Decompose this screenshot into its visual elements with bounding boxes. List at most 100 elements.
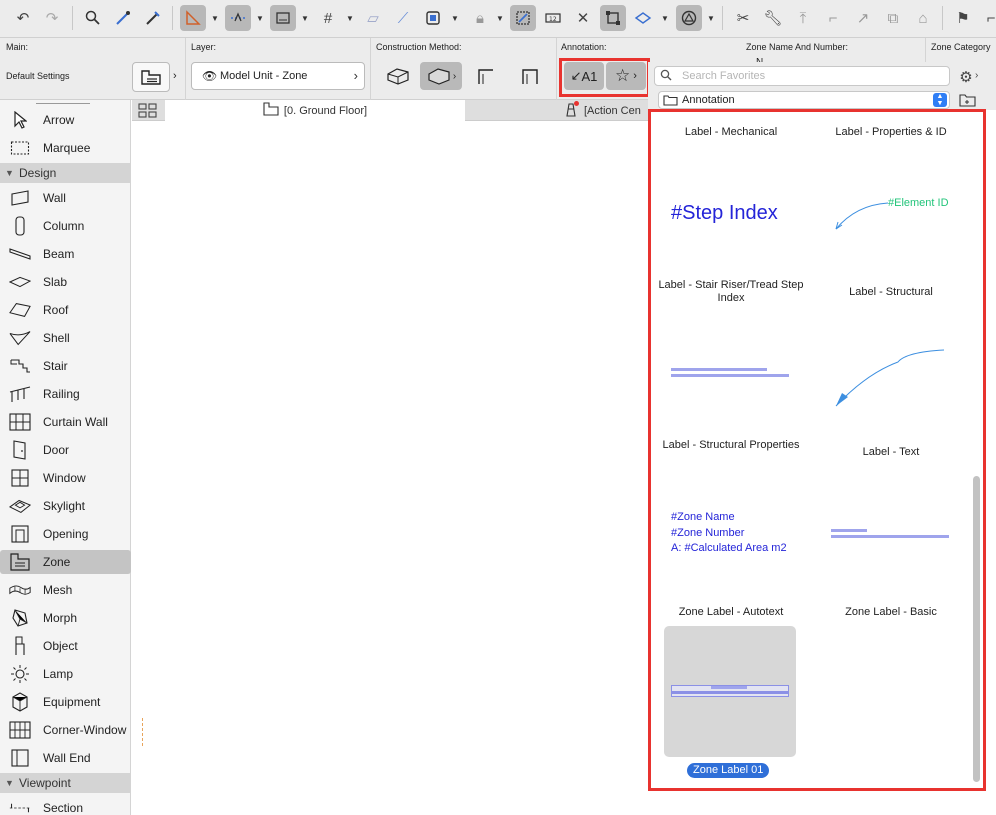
undo-icon[interactable]: ↶	[10, 5, 36, 31]
favorite-preview-step-index[interactable]: #Step Index	[671, 202, 778, 225]
group-design[interactable]: ▼ Design	[0, 163, 131, 183]
chevron-down-icon[interactable]: ▼	[299, 5, 311, 31]
chevron-right-icon[interactable]: ›	[975, 70, 978, 81]
eyedropper-icon[interactable]	[110, 5, 136, 31]
chevron-down-icon[interactable]: ▼	[659, 5, 671, 31]
resize-icon[interactable]: ⧉	[880, 5, 906, 31]
measure-icon[interactable]: 12	[540, 5, 566, 31]
chevron-down-icon[interactable]: ▼	[209, 5, 221, 31]
floor-plan-icon	[263, 102, 279, 119]
roof-tool-icon[interactable]: ⌂	[910, 5, 936, 31]
tool-skylight[interactable]: Skylight	[0, 494, 131, 518]
tool-roof[interactable]: Roof	[0, 298, 131, 322]
polygonal-zone-icon[interactable]	[380, 62, 416, 90]
favorites-folder-select[interactable]: Annotation ▲ ▼	[658, 91, 950, 109]
search-favorites-input[interactable]: Search Favorites	[654, 66, 950, 86]
tool-label: Mesh	[43, 583, 73, 597]
favorite-item-label[interactable]: Label - Structural	[816, 286, 966, 299]
partial-icon[interactable]: ⌐	[978, 5, 996, 31]
main-settings-value[interactable]: Default Settings	[6, 71, 70, 81]
flag-icon[interactable]: ⚑	[950, 5, 976, 31]
gravity-icon[interactable]: ⟋	[390, 5, 416, 31]
tool-section[interactable]: Section	[0, 796, 131, 815]
favorite-preview-structural[interactable]: #Element ID	[826, 187, 956, 237]
favorite-item-label[interactable]: Zone Label - Basic	[816, 606, 966, 619]
lock-icon[interactable]: 🔒︎	[467, 5, 493, 31]
tab-action-center[interactable]: [Action Cen	[564, 100, 648, 121]
tool-mesh[interactable]: Mesh	[0, 578, 131, 602]
tool-arrow[interactable]: Arrow	[0, 108, 131, 132]
syringe-icon[interactable]	[140, 5, 166, 31]
curve-icon[interactable]: ↗	[850, 5, 876, 31]
tool-shell[interactable]: Shell	[0, 326, 131, 350]
tool-beam[interactable]: Beam	[0, 242, 131, 266]
tool-railing[interactable]: Railing	[0, 382, 131, 406]
geometry-method-icon[interactable]	[676, 5, 702, 31]
chevron-right-icon[interactable]: ›	[173, 70, 177, 82]
tool-morph[interactable]: Morph	[0, 606, 131, 630]
guide-lines-icon[interactable]	[180, 5, 206, 31]
new-folder-icon[interactable]	[958, 92, 978, 108]
tab-ground-floor[interactable]: [0. Ground Floor]	[165, 100, 465, 121]
suspend-groups-icon[interactable]	[420, 5, 446, 31]
chevron-down-icon[interactable]: ▼	[705, 5, 717, 31]
favorite-item-selected-label[interactable]: Zone Label 01	[687, 763, 770, 778]
tool-equipment[interactable]: Equipment	[0, 690, 131, 714]
offset-up-icon[interactable]: ⤒	[790, 5, 816, 31]
3d-transform-icon[interactable]	[630, 5, 656, 31]
magic-wand-icon[interactable]	[510, 5, 536, 31]
chevron-down-icon[interactable]: ▼	[449, 5, 461, 31]
chevron-down-icon[interactable]: ▼	[344, 5, 356, 31]
favorite-item-selected[interactable]	[664, 626, 796, 757]
grid-snap-icon[interactable]: #	[315, 5, 341, 31]
favorite-preview-structural-properties[interactable]	[671, 367, 791, 379]
favorite-preview-text[interactable]	[826, 344, 956, 414]
favorite-item-label[interactable]: Label - Properties & ID	[816, 126, 966, 139]
layer-select[interactable]: 👁︎ Model Unit - Zone ›	[191, 62, 365, 90]
grid-view-icon[interactable]	[138, 103, 158, 121]
tool-lamp[interactable]: Lamp	[0, 662, 131, 686]
settings-dialog-button[interactable]	[132, 62, 170, 92]
fillet-icon[interactable]: ⌐	[820, 5, 846, 31]
favorite-item-label[interactable]: Zone Label - Autotext	[656, 606, 806, 619]
tool-marquee[interactable]: Marquee	[0, 136, 131, 160]
floor-plan-canvas[interactable]	[132, 121, 648, 815]
tool-curtain-wall[interactable]: Curtain Wall	[0, 410, 131, 434]
tool-opening[interactable]: Opening	[0, 522, 131, 546]
snap-guides-icon[interactable]	[225, 5, 251, 31]
inner-edge-zone-icon[interactable]	[512, 62, 548, 90]
rectangle-zone-icon[interactable]: ›	[420, 62, 462, 90]
redo-icon[interactable]: ↷	[39, 5, 65, 31]
tool-slab[interactable]: Slab	[0, 270, 131, 294]
group-viewpoint[interactable]: ▼ Viewpoint	[0, 773, 131, 793]
tracker-icon[interactable]	[270, 5, 296, 31]
tool-door[interactable]: Door	[0, 438, 131, 462]
tool-window[interactable]: Window	[0, 466, 131, 490]
tool-corner-window[interactable]: Corner-Window	[0, 718, 131, 742]
favorite-item-label[interactable]: Label - Text	[816, 446, 966, 459]
tool-wall-end[interactable]: Wall End	[0, 746, 131, 770]
chevron-down-icon[interactable]: ▼	[494, 5, 506, 31]
tool-wall[interactable]: Wall	[0, 186, 131, 210]
favorites-scrollbar[interactable]	[973, 476, 980, 782]
favorite-item-label[interactable]: Label - Mechanical	[656, 126, 806, 139]
tool-label: Window	[43, 471, 86, 485]
find-select-icon[interactable]	[80, 5, 106, 31]
favorite-item-label[interactable]: Label - Stair Riser/Tread Step Index	[656, 279, 806, 305]
tool-object[interactable]: Object	[0, 634, 131, 658]
scissors-icon[interactable]: ✂︎	[730, 5, 756, 31]
gear-icon[interactable]: ⚙	[955, 67, 977, 87]
tool-zone[interactable]: Zone	[0, 550, 131, 574]
tool-column[interactable]: Column	[0, 214, 131, 238]
hotspot-icon[interactable]: ✕	[570, 5, 596, 31]
chevron-down-icon[interactable]: ▼	[254, 5, 266, 31]
rotated-zone-icon[interactable]	[468, 62, 504, 90]
favorite-item-label[interactable]: Label - Structural Properties	[656, 439, 806, 452]
wrench-icon[interactable]: 🔧︎	[760, 5, 786, 31]
tool-stair[interactable]: Stair	[0, 354, 131, 378]
favorite-preview-zone-autotext[interactable]: #Zone Name #Zone Number A: #Calculated A…	[671, 510, 811, 560]
layer-plane-icon[interactable]: ▱	[360, 5, 386, 31]
favorite-preview-zone-basic[interactable]	[831, 528, 951, 540]
edit-selection-icon[interactable]	[600, 5, 626, 31]
annotation-highlight	[559, 58, 650, 97]
